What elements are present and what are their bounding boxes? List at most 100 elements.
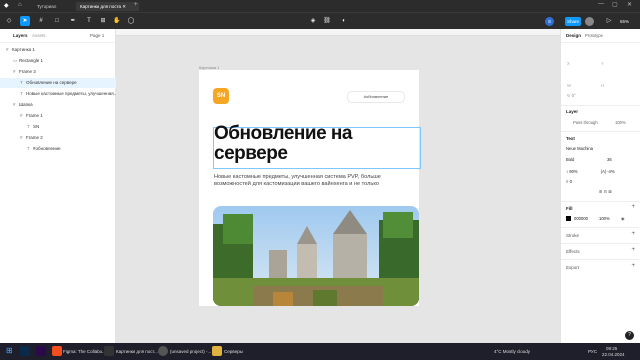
add-stroke-icon[interactable]: +: [631, 231, 635, 237]
user-avatar[interactable]: [585, 17, 594, 26]
heading-text[interactable]: Обновление на сервере: [214, 124, 419, 164]
game-screenshot-image[interactable]: [213, 206, 419, 306]
tab-assets[interactable]: Assets: [32, 33, 46, 38]
layer-label: Rectangle 1: [19, 58, 44, 63]
main-menu-icon[interactable]: ◇: [4, 16, 14, 26]
text-section-title: Text: [566, 136, 575, 141]
comment-icon[interactable]: ◯: [126, 16, 136, 26]
home-icon[interactable]: ⌂: [18, 2, 22, 8]
figma-toolbar: ◇ ➤ # □ ✒ T ⊞ ✋ ◯ ◈ ⛓ ◐ S Share ▷ 65%: [0, 12, 640, 30]
layer-row[interactable]: # Шапка: [0, 100, 128, 110]
browser-icon[interactable]: [104, 346, 114, 356]
canvas[interactable]: Картинка 1 SN #обновление Обновление на …: [116, 29, 560, 343]
present-icon[interactable]: ▷: [604, 16, 614, 26]
fill-color-swatch[interactable]: [566, 216, 571, 221]
layer-row[interactable]: T Обновление на сервере: [0, 78, 135, 88]
language-indicator[interactable]: РУС: [588, 347, 597, 356]
start-icon[interactable]: ⊞: [6, 346, 13, 355]
layer-label: Обновление на сервере: [26, 80, 77, 85]
font-weight-select[interactable]: Bold: [566, 157, 574, 162]
layer-label: Frame 1: [26, 113, 43, 118]
layer-label: Картинка 1: [12, 47, 35, 52]
help-icon[interactable]: ?: [625, 331, 634, 340]
folder-icon[interactable]: [212, 346, 222, 356]
text-tool-icon[interactable]: T: [84, 16, 94, 26]
layer-row[interactable]: T Новые кастомные предметы, улучшенная...: [0, 89, 135, 99]
add-export-icon[interactable]: +: [631, 263, 635, 269]
post-frame[interactable]: SN #обновление Обновление на сервере Нов…: [199, 70, 421, 306]
taskbar-item-servers[interactable]: Серверы: [224, 347, 243, 356]
close-icon[interactable]: ✕: [627, 1, 632, 8]
figma-app-icon[interactable]: [52, 346, 62, 356]
browser-titlebar: ◆ ⌂ Туториал Картинки для поста ✕ + — ▢ …: [0, 0, 640, 12]
position-x-field[interactable]: X: [567, 61, 570, 66]
layer-label: Frame 2: [26, 135, 43, 140]
weather-widget[interactable]: 4°C Mostly cloudy: [494, 347, 530, 356]
avatar[interactable]: S: [545, 17, 554, 26]
taskbar-item-figma[interactable]: Figma: The Collabo...: [63, 347, 106, 356]
body-text[interactable]: Новые кастомные предметы, улучшенная сис…: [214, 174, 404, 188]
tab-post-images[interactable]: Картинки для поста ✕: [76, 2, 139, 11]
layer-section-title: Layer: [566, 109, 579, 114]
tag-pill[interactable]: #обновление: [347, 91, 405, 103]
minimize-icon[interactable]: —: [598, 1, 604, 7]
fill-section-title: Fill: [566, 206, 573, 211]
layer-row[interactable]: # Картинка 1: [0, 45, 121, 55]
letter-spacing-field[interactable]: |A| -4%: [601, 169, 615, 174]
fill-opacity-field[interactable]: 100%: [599, 216, 610, 221]
contrast-icon[interactable]: ◐: [339, 16, 349, 26]
logo-badge[interactable]: SN: [213, 88, 229, 104]
width-field[interactable]: W: [567, 83, 571, 88]
new-tab-icon[interactable]: +: [134, 2, 138, 8]
frame-tool-icon[interactable]: #: [36, 16, 46, 26]
position-y-field[interactable]: Y: [601, 61, 604, 66]
game-scene-illustration: [213, 206, 419, 306]
clock-date[interactable]: 22.04.2024: [602, 350, 625, 359]
rotation-field[interactable]: ↻ 0°: [567, 93, 576, 98]
taskbar-item-post[interactable]: Картинки для пост...: [116, 347, 158, 356]
maximize-icon[interactable]: ▢: [612, 1, 618, 8]
line-height-field[interactable]: ↕ 90%: [566, 169, 578, 174]
component-icon[interactable]: ◈: [308, 16, 318, 26]
layer-row[interactable]: ▭ Rectangle 1: [0, 56, 128, 66]
ruler-top: [116, 29, 560, 36]
add-fill-icon[interactable]: +: [631, 204, 635, 210]
layer-opacity-field[interactable]: 100%: [615, 120, 626, 125]
blend-mode-select[interactable]: Pass through: [573, 120, 598, 125]
premiere-icon[interactable]: [36, 346, 46, 356]
stroke-section-title: Stroke: [566, 233, 580, 238]
fill-hex-field[interactable]: 000000: [574, 216, 588, 221]
pen-tool-icon[interactable]: ✒: [68, 16, 78, 26]
export-section-title: Export: [566, 265, 580, 270]
taskbar-item-project[interactable]: (unsaved project) -...: [170, 347, 211, 356]
align-center-icon[interactable]: ⊞ ⊟ ⊠: [599, 189, 612, 194]
layer-label: SN: [33, 124, 40, 129]
add-effect-icon[interactable]: +: [631, 247, 635, 253]
eye-icon[interactable]: ◉: [621, 216, 625, 221]
font-family-select[interactable]: Neue Machina: [566, 146, 593, 151]
resources-icon[interactable]: ⊞: [98, 16, 108, 26]
obs-icon[interactable]: [158, 346, 168, 356]
app-menu-icon[interactable]: ◆: [4, 2, 9, 9]
shape-tool-icon[interactable]: □: [52, 16, 62, 26]
layer-label: Новые кастомные предметы, улучшенная...: [26, 91, 118, 96]
tab-design[interactable]: Design: [566, 33, 581, 38]
height-field[interactable]: H: [601, 83, 604, 88]
photoshop-icon[interactable]: [20, 346, 30, 356]
layer-row[interactable]: # Frame 2: [0, 133, 135, 143]
tab-prototype[interactable]: Prototype: [585, 33, 603, 38]
layer-label: #обновление: [33, 146, 61, 151]
page-selector[interactable]: Page 1: [90, 33, 104, 38]
tab-layers[interactable]: Layers: [13, 33, 28, 38]
link-icon[interactable]: ⛓: [322, 16, 332, 26]
layer-row[interactable]: # Frame 1: [0, 111, 135, 121]
share-button[interactable]: Share: [565, 17, 581, 26]
zoom-level[interactable]: 65%: [620, 19, 629, 24]
layer-row[interactable]: # Frame 3: [0, 67, 128, 77]
font-size-field[interactable]: 36: [607, 157, 612, 162]
paragraph-spacing-field[interactable]: ≡ 0: [566, 179, 572, 184]
layer-label: Frame 3: [19, 69, 36, 74]
move-tool-icon[interactable]: ➤: [20, 16, 30, 26]
taskbar: ⊞ Figma: The Collabo... Картинки для пос…: [0, 343, 640, 360]
hand-tool-icon[interactable]: ✋: [112, 16, 122, 26]
